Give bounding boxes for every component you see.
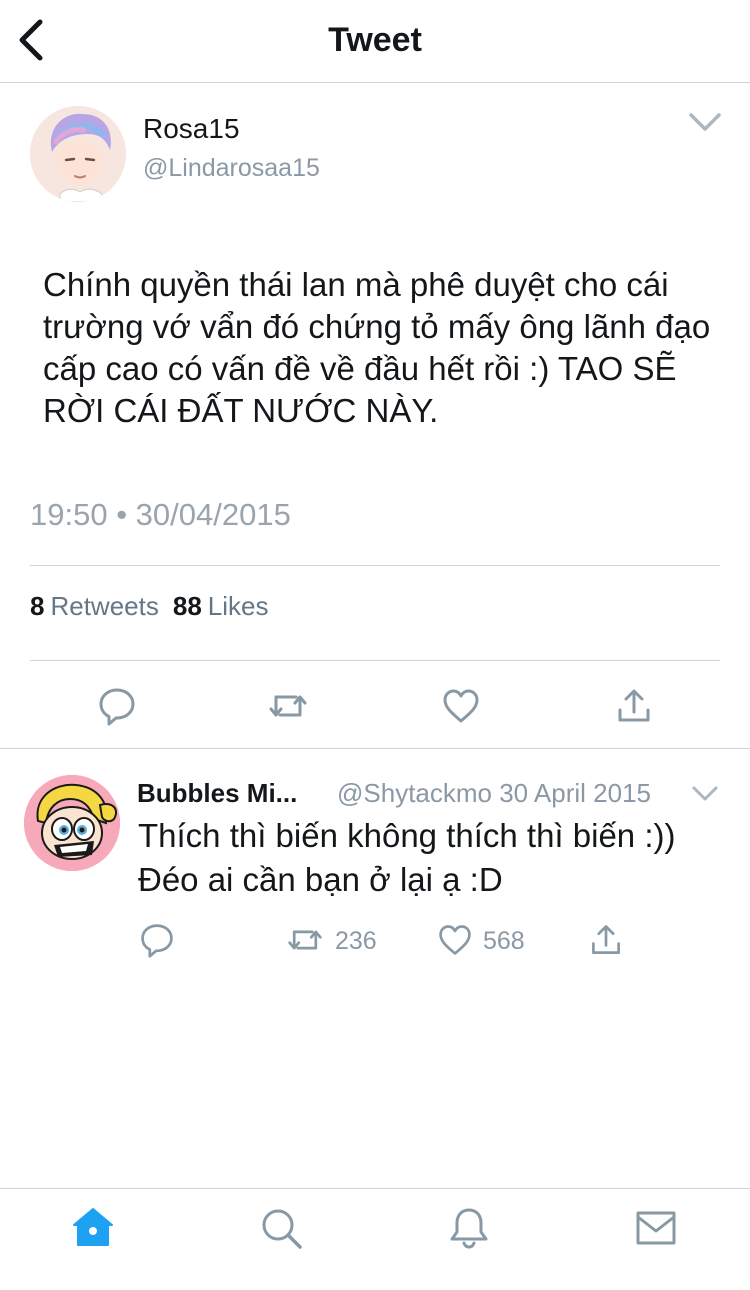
like-button[interactable] bbox=[441, 686, 481, 726]
tab-messages[interactable] bbox=[633, 1205, 679, 1251]
reply-like-button[interactable] bbox=[437, 922, 473, 958]
search-icon bbox=[262, 1209, 302, 1249]
reply-text-line: Đéo ai cần bạn ở lại ạ :D bbox=[138, 861, 503, 898]
display-name[interactable]: Rosa15 bbox=[143, 112, 240, 146]
engagement-stats: 8 Retweets 88 Likes bbox=[30, 588, 282, 624]
home-icon bbox=[73, 1208, 113, 1246]
avatar[interactable] bbox=[30, 106, 126, 202]
reply-like-count: 568 bbox=[483, 927, 525, 955]
tab-search[interactable] bbox=[258, 1205, 304, 1251]
retweet-icon bbox=[269, 695, 307, 717]
retweet-button[interactable] bbox=[268, 686, 308, 726]
retweets-count[interactable]: 8 bbox=[30, 591, 44, 621]
share-icon bbox=[592, 925, 620, 954]
likes-label[interactable]: Likes bbox=[208, 591, 269, 621]
reply-text: Thích thì biến không thích thì biến :)) … bbox=[138, 814, 738, 902]
share-icon bbox=[618, 689, 650, 722]
notifications-icon bbox=[450, 1208, 488, 1249]
messages-icon bbox=[636, 1211, 676, 1245]
retweets-label[interactable]: Retweets bbox=[50, 591, 158, 621]
heart-icon bbox=[443, 689, 479, 723]
chevron-down-icon bbox=[692, 786, 718, 801]
reply-reply-button[interactable] bbox=[139, 922, 175, 958]
back-button[interactable] bbox=[14, 18, 48, 62]
avatar[interactable] bbox=[24, 775, 120, 871]
tweet-timestamp: 19:50 • 30/04/2015 bbox=[30, 497, 291, 532]
reply-icon bbox=[141, 924, 173, 958]
reply-display-name[interactable]: Bubbles Mi... bbox=[137, 775, 297, 811]
share-button[interactable] bbox=[614, 686, 654, 726]
reply-icon bbox=[99, 688, 135, 726]
top-nav-bar: Tweet bbox=[0, 0, 750, 83]
back-chevron-icon bbox=[19, 19, 43, 61]
reply-retweet-count: 236 bbox=[335, 927, 377, 955]
likes-count[interactable]: 88 bbox=[173, 591, 202, 621]
tab-notifications[interactable] bbox=[446, 1205, 492, 1251]
tab-home[interactable] bbox=[70, 1205, 116, 1251]
reply-retweet-button[interactable] bbox=[287, 922, 323, 958]
retweet-icon bbox=[288, 930, 322, 950]
reply-text-line: Thích thì biến không thích thì biến :)) bbox=[138, 817, 676, 854]
tweet-text: Chính quyền thái lan mà phê duyệt cho cá… bbox=[43, 266, 711, 429]
reply-menu-button[interactable] bbox=[692, 786, 718, 802]
bottom-tab-bar bbox=[0, 1188, 750, 1290]
divider bbox=[0, 748, 750, 749]
reply-share-button[interactable] bbox=[588, 922, 624, 958]
tweet-menu-button[interactable] bbox=[688, 112, 722, 134]
reply-button[interactable] bbox=[97, 686, 137, 726]
user-handle[interactable]: @Lindarosaa15 bbox=[143, 152, 320, 184]
chevron-down-icon bbox=[689, 113, 721, 131]
divider bbox=[30, 660, 720, 661]
divider bbox=[30, 565, 720, 566]
page-title: Tweet bbox=[328, 21, 422, 59]
reply-handle-date[interactable]: @Shytackmo 30 April 2015 bbox=[337, 775, 651, 811]
heart-icon bbox=[439, 925, 471, 955]
